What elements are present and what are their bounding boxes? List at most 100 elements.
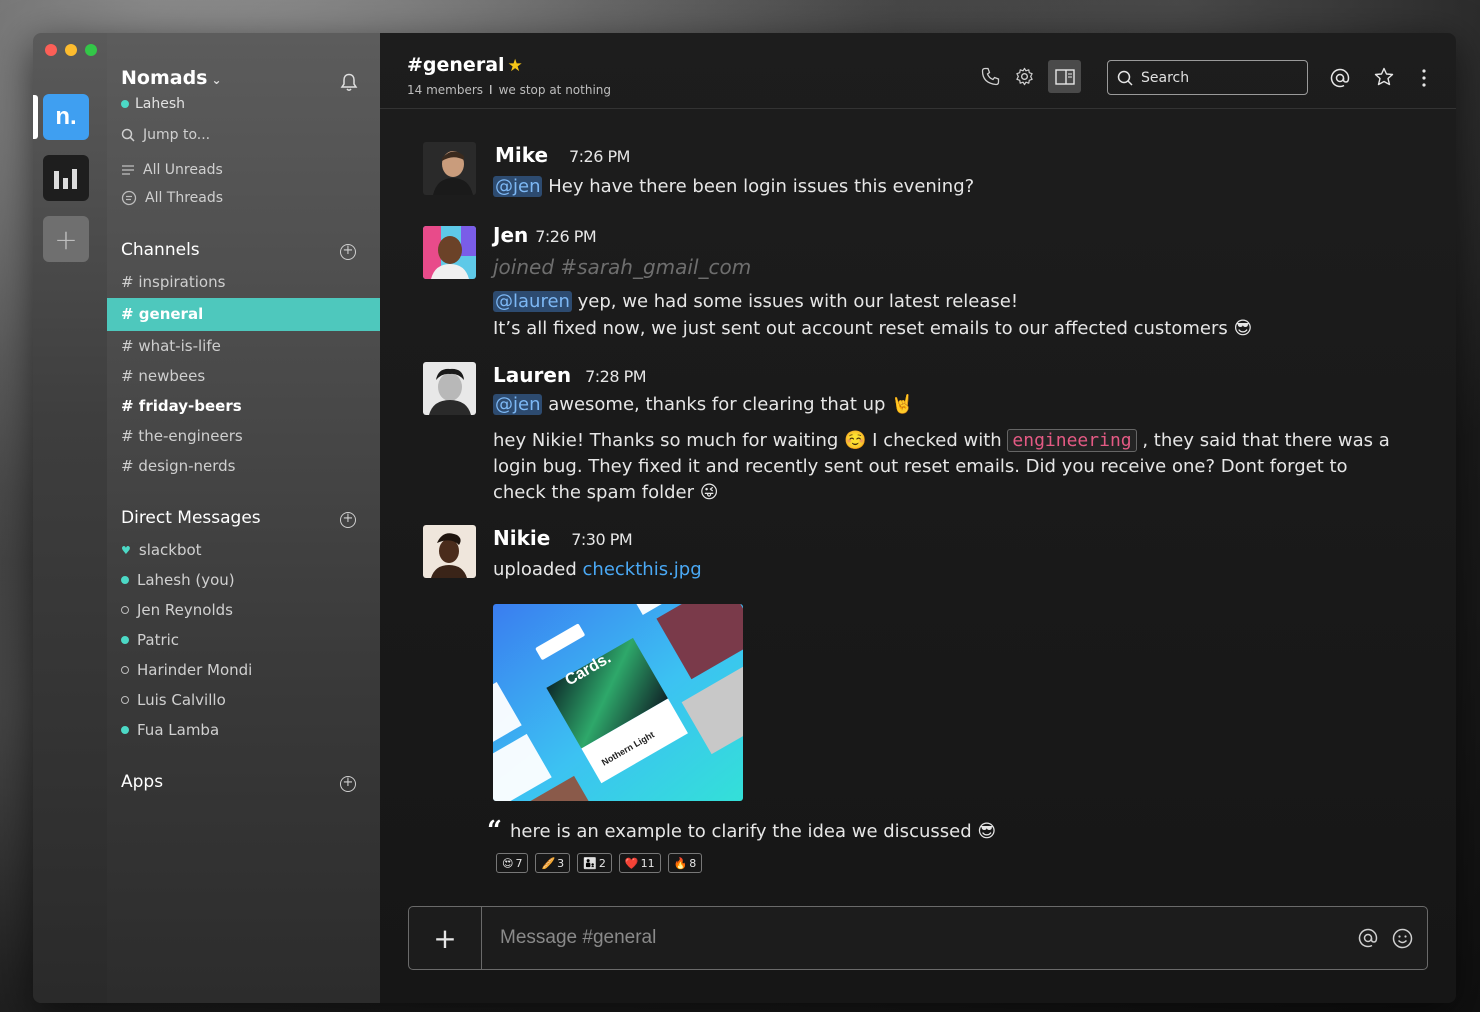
dm-patric[interactable]: Patric — [121, 631, 179, 649]
avatar-nikie-image — [423, 525, 476, 578]
dm-lahesh[interactable]: Lahesh (you) — [121, 571, 235, 589]
offline-status-icon — [121, 606, 129, 614]
reaction-emoji: 🥖 — [541, 856, 556, 870]
avatar-jen[interactable] — [423, 226, 476, 279]
user-mention[interactable]: @jen — [493, 176, 543, 197]
message-input[interactable] — [482, 907, 1358, 969]
sidebar-channel-general[interactable]: # general — [107, 298, 380, 331]
emoji-icon[interactable] — [1392, 928, 1413, 949]
sidebar-channel-the-engineers[interactable]: # the-engineers — [121, 427, 243, 445]
sender-name: Lauren — [493, 363, 572, 387]
dm-label: slackbot — [138, 541, 202, 559]
search-input[interactable] — [1141, 69, 1291, 86]
workspace-stats[interactable] — [43, 155, 89, 201]
sidebar-channel-friday-beers[interactable]: # friday-beers — [121, 397, 242, 415]
workspace-rail: n. + — [33, 33, 107, 1003]
all-unreads-nav[interactable]: All Unreads — [121, 162, 223, 178]
channel-title[interactable]: #general ★ — [407, 54, 523, 76]
avatar-mike-image — [423, 142, 476, 195]
add-direct-message-button[interactable]: + — [340, 512, 356, 528]
quote-icon: “ — [487, 816, 502, 846]
dm-jen-reynolds[interactable]: Jen Reynolds — [121, 601, 233, 619]
dm-label: Luis Calvillo — [137, 691, 226, 709]
file-link[interactable]: checkthis.jpg — [583, 559, 702, 580]
star-outline-icon[interactable] — [1374, 67, 1394, 87]
attachment-comment: “ here is an example to clarify the idea… — [487, 816, 996, 846]
dm-harinder-mondi[interactable]: Harinder Mondi — [121, 661, 252, 679]
app-window: n. + Nomads ⌄ Lahesh Jump to... All Unre… — [33, 33, 1456, 1003]
reaction-heart-eyes[interactable]: 😍 7 — [496, 853, 529, 873]
heart-icon: ♥ — [121, 543, 131, 557]
apps-section-title[interactable]: Apps — [121, 772, 163, 792]
minimize-window-button[interactable] — [65, 44, 77, 56]
add-channel-button[interactable]: + — [340, 244, 356, 260]
join-event: joined #sarah_gmail_com — [493, 255, 752, 279]
online-status-icon — [121, 726, 129, 734]
phone-icon[interactable] — [981, 67, 1000, 86]
sidebar-channel-inspirations[interactable]: # inspirations — [121, 273, 225, 291]
reaction-family[interactable]: 👨‍👦 2 — [577, 853, 612, 873]
workspace-name[interactable]: Nomads ⌄ — [121, 67, 222, 89]
attach-button[interactable]: + — [409, 907, 482, 969]
close-window-button[interactable] — [45, 44, 57, 56]
direct-messages-section-title[interactable]: Direct Messages — [121, 508, 261, 528]
reaction-count: 8 — [689, 856, 697, 870]
message-timestamp[interactable]: 7:28 PM — [585, 367, 646, 386]
user-mention[interactable]: @jen — [493, 394, 543, 415]
main-pane: #general ★ 14 members Iwe stop at nothing — [380, 33, 1456, 1003]
sidebar-panel-icon — [1054, 68, 1075, 85]
all-threads-nav[interactable]: All Threads — [121, 190, 223, 206]
sidebar-channel-newbees[interactable]: # newbees — [121, 367, 205, 385]
message-sender[interactable]: Jen 7:26 PM — [493, 223, 597, 247]
image-attachment[interactable]: Cards. Nothern Light — [493, 604, 743, 801]
more-options-icon[interactable] — [1421, 68, 1427, 88]
message-sender[interactable]: Nikie 7:30 PM — [493, 526, 633, 550]
message-sender[interactable]: Mike 7:26 PM — [495, 143, 630, 167]
current-user-status[interactable]: Lahesh — [121, 96, 185, 112]
message-body: It’s all fixed now, we just sent out acc… — [493, 318, 1252, 339]
jump-to-button[interactable]: Jump to... — [121, 127, 210, 143]
bell-icon[interactable] — [340, 73, 358, 92]
jump-to-label: Jump to... — [143, 127, 211, 143]
message-timestamp[interactable]: 7:30 PM — [571, 530, 632, 549]
attachment-preview-image: Cards. Nothern Light — [493, 604, 743, 801]
threads-icon — [121, 190, 137, 206]
avatar-nikie[interactable] — [423, 525, 476, 578]
sidebar-channel-what-is-life[interactable]: # what-is-life — [121, 337, 221, 355]
dm-slackbot[interactable]: ♥ slackbot — [121, 541, 202, 559]
avatar-mike[interactable] — [423, 142, 476, 195]
gear-icon[interactable] — [1015, 67, 1034, 86]
dm-label: Fua Lamba — [137, 721, 220, 739]
at-mention-icon[interactable] — [1330, 68, 1350, 88]
sidebar: Nomads ⌄ Lahesh Jump to... All Unreads Al… — [107, 33, 380, 1003]
sidebar-channel-general-label: # general — [121, 305, 204, 323]
workspace-name-label: Nomads — [121, 67, 208, 89]
reaction-fire[interactable]: 🔥 8 — [667, 853, 703, 873]
toggle-details-panel-button[interactable] — [1048, 60, 1081, 93]
message-sender[interactable]: Lauren 7:28 PM — [493, 363, 647, 387]
user-mention[interactable]: @lauren — [493, 291, 572, 312]
member-count[interactable]: 14 members — [407, 83, 483, 97]
window-controls — [45, 44, 97, 56]
reaction-heart[interactable]: ❤️ 11 — [618, 853, 661, 873]
dm-fua-lamba[interactable]: Fua Lamba — [121, 721, 219, 739]
bar-chart-icon — [54, 169, 77, 189]
channel-header: #general ★ 14 members Iwe stop at nothing — [380, 33, 1456, 109]
at-mention-icon[interactable] — [1358, 928, 1378, 948]
sidebar-channel-design-nerds[interactable]: # design-nerds — [121, 457, 236, 475]
add-app-button[interactable]: + — [340, 776, 356, 792]
add-workspace-button[interactable]: + — [43, 216, 89, 262]
message-text: yep, we had some issues with our latest … — [571, 291, 1019, 312]
message-timestamp[interactable]: 7:26 PM — [535, 227, 596, 246]
zoom-window-button[interactable] — [85, 44, 97, 56]
search-box[interactable] — [1107, 60, 1308, 95]
dm-label: Harinder Mondi — [137, 661, 253, 679]
meta-separator: I — [489, 83, 493, 97]
star-filled-icon[interactable]: ★ — [508, 56, 523, 76]
workspace-nomads[interactable]: n. — [43, 94, 89, 140]
avatar-lauren[interactable] — [423, 362, 476, 415]
message-timestamp[interactable]: 7:26 PM — [569, 147, 630, 166]
dm-luis-calvillo[interactable]: Luis Calvillo — [121, 691, 226, 709]
channels-section-title[interactable]: Channels — [121, 240, 200, 260]
reaction-bread[interactable]: 🥖 3 — [535, 853, 571, 873]
